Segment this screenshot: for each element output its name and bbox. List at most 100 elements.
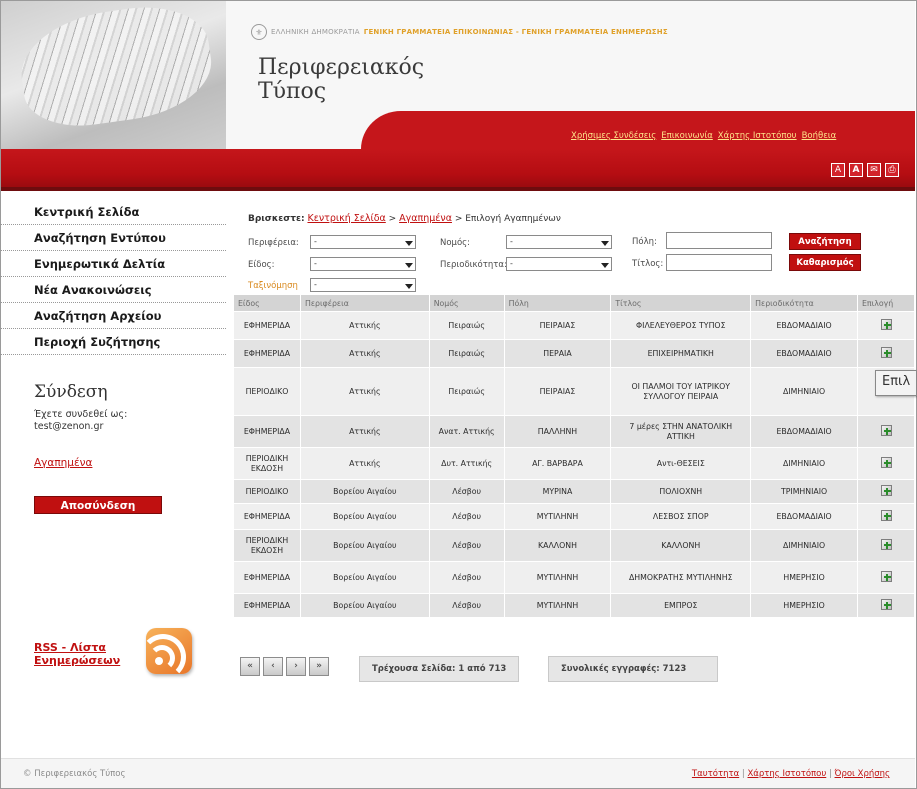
breadcrumb: Βρισκεστε: Κεντρική Σελίδα > Αγαπημένα >… <box>248 213 561 224</box>
chevron-down-icon <box>601 241 609 246</box>
breadcrumb-sep: > <box>388 214 397 224</box>
column-header-title[interactable]: Τίτλος <box>610 294 752 312</box>
first-page-button[interactable]: « <box>240 657 260 676</box>
cell-type: ΕΦΗΜΕΡΙΔΑ <box>233 593 301 618</box>
search-filters: Περιφέρεια: - Νομός: - Πόλη: Αναζήτηση Ε… <box>232 229 915 292</box>
add-favorite-icon[interactable] <box>880 538 892 550</box>
cell-prefecture: Πειραιώς <box>428 311 505 340</box>
add-favorite-icon[interactable] <box>880 570 892 582</box>
nav-search-archive[interactable]: Αναζήτηση Αρχείου <box>1 303 226 329</box>
title-input[interactable] <box>666 254 772 271</box>
column-header-prefecture[interactable]: Νομός <box>428 294 505 312</box>
logout-button[interactable]: Αποσύνδεση <box>34 496 162 514</box>
prefecture-select[interactable]: - <box>506 235 612 249</box>
city-input[interactable] <box>666 232 772 249</box>
cell-title: ΟΙ ΠΑΛΜΟΙ ΤΟΥ ΙΑΤΡΙΚΟΥ ΣΥΛΛΟΓΟΥ ΠΕΙΡΑΙΑ <box>610 367 752 416</box>
cell-title: ΠΟΛΙΟΧΝΗ <box>610 479 752 504</box>
footer-link-sitemap[interactable]: Χάρτης Ιστοτόπου <box>747 769 826 779</box>
region-select[interactable]: - <box>310 235 416 249</box>
select-tooltip: Επιλ <box>875 370 917 396</box>
cell-city: ΜΥΤΙΛΗΝΗ <box>503 593 612 618</box>
region-label: Περιφέρεια: <box>248 238 299 248</box>
chevron-down-icon <box>405 284 413 289</box>
next-page-button[interactable]: › <box>286 657 306 676</box>
column-header-city[interactable]: Πόλη <box>503 294 612 312</box>
cell-select <box>857 529 915 562</box>
breadcrumb-home[interactable]: Κεντρική Σελίδα <box>307 213 385 224</box>
table-row: ΠΕΡΙΟΔΙΚΟ Βορείου Αιγαίου Λέσβου ΜΥΡΙΝΑ … <box>233 479 915 504</box>
cell-select <box>857 311 915 340</box>
cell-region: Βορείου Αιγαίου <box>299 529 430 562</box>
add-favorite-icon[interactable] <box>880 346 892 358</box>
font-large-icon[interactable]: A <box>849 163 863 177</box>
cell-region: Αττικής <box>299 447 430 480</box>
font-small-icon[interactable]: A <box>831 163 845 177</box>
nav-home[interactable]: Κεντρική Σελίδα <box>1 199 226 225</box>
column-header-region[interactable]: Περιφέρεια <box>299 294 430 312</box>
add-favorite-icon[interactable] <box>880 318 892 330</box>
sort-select-value: - <box>314 280 317 289</box>
cell-title: ΕΜΠΡΟΣ <box>610 593 752 618</box>
add-favorite-icon[interactable] <box>880 598 892 610</box>
cell-prefecture: Λέσβου <box>428 593 505 618</box>
cell-city: ΑΓ. ΒΑΡΒΑΡΑ <box>503 447 612 480</box>
nav-search-publication[interactable]: Αναζήτηση Εντύπου <box>1 225 226 251</box>
cell-select <box>857 561 915 594</box>
column-header-type[interactable]: Είδος <box>233 294 301 312</box>
nav-newsletters[interactable]: Ενημερωτικά Δελτία <box>1 251 226 277</box>
rss-icon[interactable] <box>146 628 192 674</box>
cell-type: ΕΦΗΜΕΡΙΔΑ <box>233 503 301 530</box>
cell-prefecture: Λέσβου <box>428 479 505 504</box>
cell-region: Βορείου Αιγαίου <box>299 561 430 594</box>
region-select-value: - <box>314 237 317 246</box>
cell-type: ΠΕΡΙΟΔΙΚΗ ΕΚΔΟΣΗ <box>233 447 301 480</box>
email-icon[interactable]: ✉ <box>867 163 881 177</box>
table-header-row: Είδος Περιφέρεια Νομός Πόλη Τίτλος Περιο… <box>233 294 915 312</box>
clear-button[interactable]: Καθαρισμός <box>789 254 861 271</box>
site-title: Περιφερειακός Τύπος <box>258 55 425 104</box>
cell-select <box>857 503 915 530</box>
rss-link[interactable]: RSS - Λίστα Ενημερώσεων <box>34 641 120 667</box>
print-icon[interactable]: ⎙ <box>885 163 899 177</box>
frequency-select[interactable]: - <box>506 257 612 271</box>
previous-page-button[interactable]: ‹ <box>263 657 283 676</box>
left-sidebar: Κεντρική Σελίδα Αναζήτηση Εντύπου Ενημερ… <box>1 191 226 739</box>
breadcrumb-favorites[interactable]: Αγαπημένα <box>399 213 452 224</box>
add-favorite-icon[interactable] <box>880 456 892 468</box>
cell-type: ΠΕΡΙΟΔΙΚΟ <box>233 479 301 504</box>
add-favorite-icon[interactable] <box>880 424 892 436</box>
top-link-useful-links[interactable]: Χρήσιμες Συνδέσεις <box>571 131 656 141</box>
cell-frequency: ΔΙΜΗΝΙΑΙΟ <box>750 529 858 562</box>
cell-prefecture: Δυτ. Αττικής <box>428 447 505 480</box>
add-favorite-icon[interactable] <box>880 484 892 496</box>
top-link-help[interactable]: Βοήθεια <box>802 131 837 141</box>
cell-frequency: ΕΒΔΟΜΑΔΙΑΙΟ <box>750 311 858 340</box>
cell-region: Αττικής <box>299 339 430 368</box>
top-link-contact[interactable]: Επικοινωνία <box>661 131 713 141</box>
nav-discussion[interactable]: Περιοχή Συζήτησης <box>1 329 226 355</box>
type-select-value: - <box>314 259 317 268</box>
last-page-button[interactable]: » <box>309 657 329 676</box>
cell-region: Αττικής <box>299 367 430 416</box>
table-row: ΕΦΗΜΕΡΙΔΑ Αττικής Ανατ. Αττικής ΠΑΛΛΗΝΗ … <box>233 415 915 448</box>
top-links: Χρήσιμες Συνδέσεις Επικοινωνία Χάρτης Ισ… <box>571 131 836 141</box>
footer-link-identity[interactable]: Ταυτότητα <box>692 769 739 779</box>
cell-region: Βορείου Αιγαίου <box>299 479 430 504</box>
footer-link-terms[interactable]: Όροι Χρήσης <box>835 769 890 779</box>
rss-link-line1: RSS - Λίστα <box>34 641 106 654</box>
cell-title: ΔΗΜΟΚΡΑΤΗΣ ΜΥΤΙΛΗΝΗΣ <box>610 561 752 594</box>
cell-select <box>857 593 915 618</box>
nav-announcements[interactable]: Νέα Ανακοινώσεις <box>1 277 226 303</box>
title-label: Τίτλος: <box>632 259 664 269</box>
column-header-frequency[interactable]: Περιοδικότητα <box>750 294 858 312</box>
cell-city: ΠΕΙΡΑΙΑΣ <box>503 367 612 416</box>
table-row: ΕΦΗΜΕΡΙΔΑ Αττικής Πειραιώς ΠΕΙΡΑΙΑΣ ΦΙΛΕ… <box>233 311 915 340</box>
search-button[interactable]: Αναζήτηση <box>789 233 861 250</box>
top-link-sitemap[interactable]: Χάρτης Ιστοτόπου <box>718 131 797 141</box>
favorites-link[interactable]: Αγαπημένα <box>1 457 226 469</box>
cell-region: Βορείου Αιγαίου <box>299 503 430 530</box>
sort-select[interactable]: - <box>310 278 416 292</box>
type-select[interactable]: - <box>310 257 416 271</box>
add-favorite-icon[interactable] <box>880 509 892 521</box>
sort-label: Ταξινόμηση <box>248 281 298 291</box>
